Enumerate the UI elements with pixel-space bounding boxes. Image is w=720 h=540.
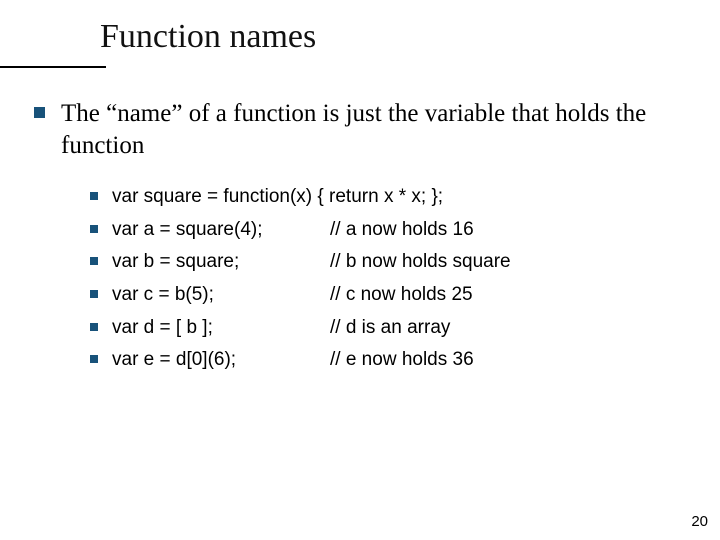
bullet-square-icon <box>90 257 98 265</box>
code-comment: // b now holds square <box>330 249 511 275</box>
list-item: var square = function(x) { return x * x;… <box>90 184 690 210</box>
code-text: var b = square; <box>112 249 330 275</box>
code-text: var c = b(5); <box>112 282 330 308</box>
code-comment: // a now holds 16 <box>330 217 474 243</box>
list-item: var b = square; // b now holds square <box>90 249 690 275</box>
code-text: var a = square(4); <box>112 217 330 243</box>
code-text: var e = d[0](6); <box>112 347 330 373</box>
list-item: var a = square(4); // a now holds 16 <box>90 217 690 243</box>
code-comment: // e now holds 36 <box>330 347 474 373</box>
page-number: 20 <box>691 513 708 530</box>
slide-title: Function names <box>100 18 720 56</box>
list-item: var c = b(5); // c now holds 25 <box>90 282 690 308</box>
main-bullet-item: The “name” of a function is just the var… <box>34 98 690 162</box>
title-rule <box>0 66 106 68</box>
bullet-square-icon <box>90 225 98 233</box>
list-item: var e = d[0](6); // e now holds 36 <box>90 347 690 373</box>
code-text: var d = [ b ]; <box>112 315 330 341</box>
bullet-square-icon <box>90 192 98 200</box>
bullet-square-icon <box>90 323 98 331</box>
code-comment: // c now holds 25 <box>330 282 473 308</box>
list-item: var d = [ b ]; // d is an array <box>90 315 690 341</box>
bullet-square-icon <box>90 355 98 363</box>
code-list: var square = function(x) { return x * x;… <box>34 184 690 373</box>
code-line: var square = function(x) { return x * x;… <box>112 184 443 210</box>
bullet-square-icon <box>34 107 45 118</box>
main-text: The “name” of a function is just the var… <box>61 98 690 162</box>
bullet-square-icon <box>90 290 98 298</box>
code-comment: // d is an array <box>330 315 450 341</box>
